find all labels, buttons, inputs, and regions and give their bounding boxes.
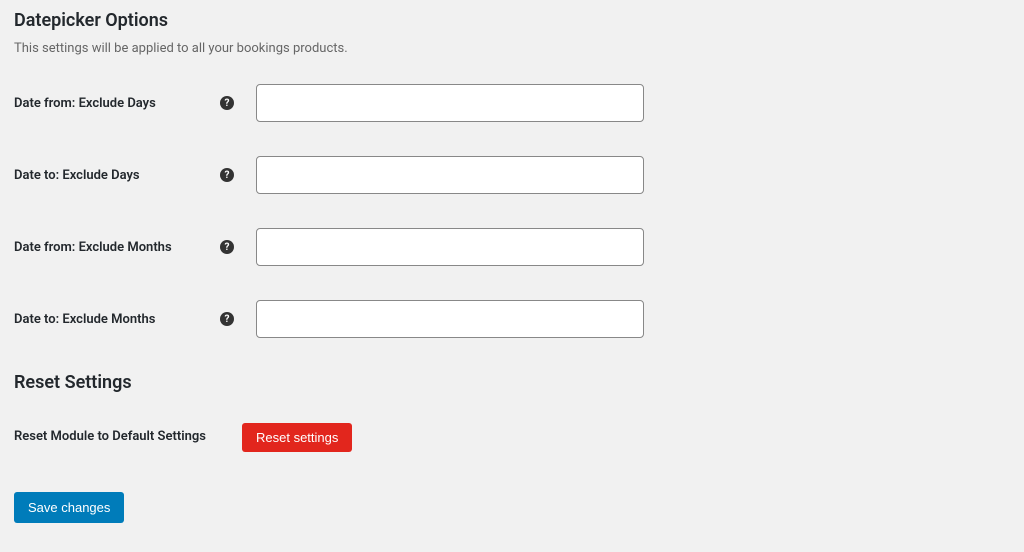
reset-label: Reset Module to Default Settings	[14, 428, 242, 446]
date-from-exclude-days-input[interactable]	[256, 84, 644, 122]
field-row-date-to-exclude-months: Date to: Exclude Months ?	[14, 300, 1010, 338]
section-title-reset: Reset Settings	[14, 372, 1010, 393]
field-label: Date to: Exclude Months	[14, 312, 220, 327]
save-changes-button[interactable]: Save changes	[14, 492, 124, 523]
help-icon[interactable]: ?	[220, 96, 234, 110]
date-to-exclude-days-input[interactable]	[256, 156, 644, 194]
help-icon[interactable]: ?	[220, 240, 234, 254]
field-row-date-from-exclude-days: Date from: Exclude Days ?	[14, 84, 1010, 122]
date-to-exclude-months-input[interactable]	[256, 300, 644, 338]
date-from-exclude-months-input[interactable]	[256, 228, 644, 266]
field-label: Date from: Exclude Months	[14, 240, 220, 255]
reset-row: Reset Module to Default Settings Reset s…	[14, 423, 1010, 452]
field-row-date-to-exclude-days: Date to: Exclude Days ?	[14, 156, 1010, 194]
section-title-datepicker: Datepicker Options	[14, 10, 1010, 31]
field-label: Date to: Exclude Days	[14, 168, 220, 183]
help-icon[interactable]: ?	[220, 312, 234, 326]
section-description: This settings will be applied to all you…	[14, 41, 1010, 56]
field-label: Date from: Exclude Days	[14, 96, 220, 111]
help-icon[interactable]: ?	[220, 168, 234, 182]
reset-settings-button[interactable]: Reset settings	[242, 423, 352, 452]
field-row-date-from-exclude-months: Date from: Exclude Months ?	[14, 228, 1010, 266]
